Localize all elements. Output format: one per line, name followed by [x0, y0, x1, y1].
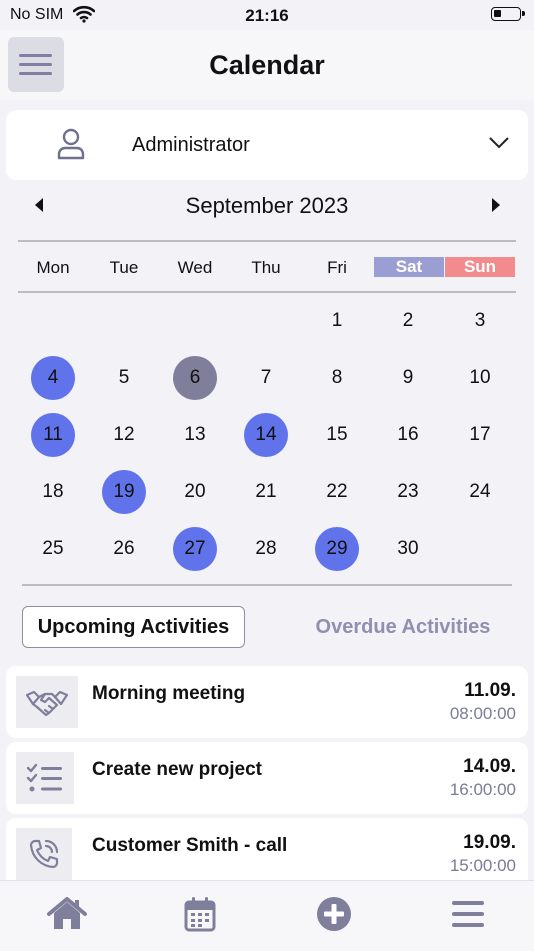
activity-title: Create new project [92, 759, 262, 780]
home-icon[interactable] [45, 892, 89, 936]
calendar-day[interactable]: 25 [31, 527, 75, 571]
calendar-day[interactable]: 20 [173, 470, 217, 514]
user-select-value: Administrator [132, 134, 250, 156]
tab-overdue-activities[interactable]: Overdue Activities [296, 606, 510, 648]
calendar-day[interactable]: 14 [244, 413, 288, 457]
chevron-down-icon[interactable] [488, 136, 510, 155]
calendar-day[interactable]: 9 [386, 356, 430, 400]
status-bar: No SIM 21:16 [0, 0, 534, 30]
calendar-day[interactable]: 23 [386, 470, 430, 514]
divider [18, 291, 516, 293]
activity-time: 08:00:00 [449, 704, 516, 723]
activity-item[interactable]: Customer Smith - call 19.09. 15:00:00 [6, 818, 528, 880]
next-month-button[interactable] [490, 197, 502, 218]
calendar-day[interactable]: 17 [458, 413, 502, 457]
calendar-day[interactable]: 19 [102, 470, 146, 514]
weekday-sat: Sat [374, 257, 444, 277]
battery-icon [491, 7, 525, 21]
calendar-day[interactable]: 22 [315, 470, 359, 514]
calendar-day[interactable]: 21 [244, 470, 288, 514]
phone-icon [16, 828, 72, 880]
weekday-tue: Tue [109, 258, 139, 277]
calendar-day[interactable]: 29 [315, 527, 359, 571]
status-time: 21:16 [245, 6, 289, 25]
activity-title: Customer Smith - call [92, 835, 288, 856]
activity-time: 16:00:00 [449, 780, 516, 799]
weekday-mon: Mon [36, 258, 70, 277]
calendar-day[interactable]: 27 [173, 527, 217, 571]
activity-item[interactable]: Create new project 14.09. 16:00:00 [6, 742, 528, 814]
calendar-day [31, 299, 75, 343]
menu-icon[interactable] [446, 892, 490, 936]
calendar-day[interactable]: 28 [244, 527, 288, 571]
activity-title: Morning meeting [92, 683, 246, 704]
calendar-day[interactable]: 11 [31, 413, 75, 457]
calendar-day[interactable]: 15 [315, 413, 359, 457]
calendar-day[interactable]: 13 [173, 413, 217, 457]
weekday-thu: Thu [251, 258, 281, 277]
calendar-day[interactable]: 1 [315, 299, 359, 343]
calendar-day[interactable]: 2 [386, 299, 430, 343]
calendar-day[interactable]: 7 [244, 356, 288, 400]
activity-date: 11.09. [464, 680, 516, 701]
calendar-day[interactable]: 3 [458, 299, 502, 343]
calendar-day[interactable]: 30 [386, 527, 430, 571]
month-label: September 2023 [185, 193, 349, 218]
calendar-day [458, 527, 502, 571]
calendar-day[interactable]: 5 [102, 356, 146, 400]
checklist-icon [16, 752, 74, 804]
calendar-day [244, 299, 288, 343]
add-icon[interactable] [312, 892, 356, 936]
calendar-day[interactable]: 6 [173, 356, 217, 400]
tab-upcoming-activities[interactable]: Upcoming Activities [22, 606, 245, 648]
weekday-wed: Wed [177, 258, 213, 277]
divider [18, 240, 516, 242]
weekday-sun: Sun [445, 257, 515, 277]
divider [22, 584, 512, 586]
user-icon [56, 128, 86, 165]
page-title: Calendar [209, 50, 325, 80]
handshake-icon [16, 676, 78, 728]
activity-time: 15:00:00 [449, 856, 516, 875]
calendar-icon[interactable] [178, 892, 222, 936]
calendar-day[interactable]: 10 [458, 356, 502, 400]
calendar-day[interactable]: 12 [102, 413, 146, 457]
activity-date: 14.09. [463, 756, 516, 777]
calendar-day[interactable]: 24 [458, 470, 502, 514]
calendar-day [102, 299, 146, 343]
weekday-fri: Fri [327, 258, 347, 277]
calendar-day[interactable]: 26 [102, 527, 146, 571]
calendar-day[interactable]: 18 [31, 470, 75, 514]
activity-date: 19.09. [463, 832, 516, 853]
calendar-day [173, 299, 217, 343]
calendar-day[interactable]: 4 [31, 356, 75, 400]
calendar-day[interactable]: 8 [315, 356, 359, 400]
activity-item[interactable]: Morning meeting 11.09. 08:00:00 [6, 666, 528, 738]
calendar-day[interactable]: 16 [386, 413, 430, 457]
